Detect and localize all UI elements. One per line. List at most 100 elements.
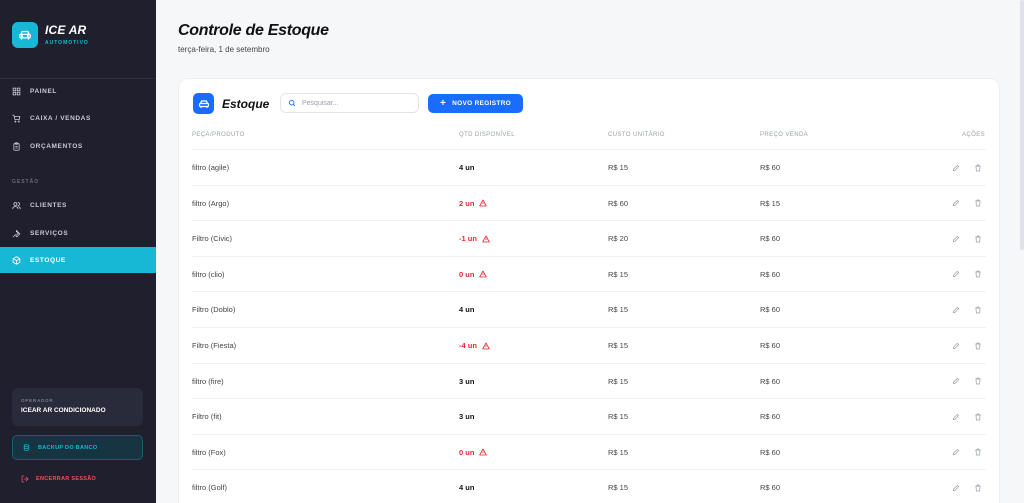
backup-button[interactable]: BACKUP DO BANCO [12, 435, 143, 460]
page-title: Controle de Estoque [178, 22, 329, 39]
table-row: Filtro (Fiesta) -4 un R$ 15 R$ 60 [192, 327, 986, 362]
edit-icon[interactable] [950, 197, 962, 209]
trash-icon[interactable] [972, 268, 984, 280]
search-box[interactable] [280, 93, 419, 113]
edit-icon[interactable] [950, 304, 962, 316]
database-icon [23, 444, 30, 451]
trash-icon[interactable] [972, 446, 984, 458]
row-actions [950, 292, 984, 327]
product-name: filtro (Fox) [192, 447, 226, 457]
sale-price: R$ 60 [760, 163, 781, 172]
quantity: -4 un [459, 328, 490, 363]
quantity: 0 un [459, 435, 488, 470]
trash-icon[interactable] [972, 482, 984, 494]
quantity-value: 2 un [459, 198, 475, 208]
table-row: filtro (Fox) 0 un R$ 15 R$ 60 [192, 433, 986, 470]
trash-icon[interactable] [972, 411, 984, 423]
edit-icon[interactable] [950, 411, 962, 423]
product-name: Filtro (Civic) [192, 234, 232, 244]
cart-icon [12, 114, 21, 122]
edit-icon[interactable] [950, 446, 962, 458]
warning-icon [482, 235, 490, 243]
quantity: 2 un [459, 186, 488, 221]
trash-icon[interactable] [972, 340, 984, 352]
sale-price: R$ 60 [760, 483, 781, 493]
row-actions [950, 150, 984, 185]
plus-icon: + [440, 97, 447, 109]
logout-icon [21, 475, 29, 483]
quantity: 3 un [459, 399, 474, 434]
trash-icon[interactable] [972, 233, 984, 245]
unit-cost: R$ 15 [608, 341, 629, 350]
row-actions [950, 328, 984, 363]
edit-icon[interactable] [950, 340, 962, 352]
product-name: filtro (agile) [192, 163, 230, 172]
edit-icon[interactable] [950, 233, 962, 245]
sidebar-item-orcamentos[interactable]: ORÇAMENTOS [0, 133, 156, 159]
table-row: filtro (agile) 4 un R$ 15 R$ 60 [192, 149, 986, 184]
row-actions [950, 435, 984, 470]
sale-price: R$ 60 [760, 447, 781, 457]
unit-cost: R$ 15 [608, 305, 629, 315]
unit-cost: R$ 15 [608, 483, 629, 493]
edit-icon[interactable] [950, 482, 962, 494]
warning-icon [479, 199, 488, 207]
trash-icon[interactable] [972, 162, 984, 174]
sale-price: R$ 15 [760, 198, 781, 208]
column-header-cost: CUSTO UNITÁRIO [608, 132, 665, 138]
brand[interactable]: ICE AR AUTOMOTIVO [12, 22, 89, 48]
product-name: filtro (Golf) [192, 483, 228, 493]
quantity-value: -4 un [459, 341, 477, 350]
table-row: Filtro (fit) 3 un R$ 15 R$ 60 [192, 398, 986, 433]
box-icon [12, 255, 21, 265]
sale-price: R$ 60 [760, 269, 781, 279]
car-icon [193, 93, 214, 114]
unit-cost: R$ 15 [608, 412, 629, 422]
car-icon [12, 22, 38, 48]
trash-icon[interactable] [972, 304, 984, 316]
row-actions [950, 470, 984, 503]
new-record-button[interactable]: + NOVO REGISTRO [428, 94, 523, 113]
edit-icon[interactable] [950, 375, 962, 387]
sidebar: ICE AR AUTOMOTIVO PAINEL CAIXA / VENDAS … [0, 0, 156, 503]
quantity: -1 un [459, 221, 490, 256]
column-header-price: PREÇO VENDA [760, 132, 809, 138]
operator-label: OPERADOR [21, 398, 54, 403]
unit-cost: R$ 15 [608, 269, 629, 279]
sidebar-item-servicos[interactable]: SERVIÇOS [0, 220, 156, 246]
search-input[interactable] [302, 99, 412, 107]
users-icon [12, 201, 21, 209]
edit-icon[interactable] [950, 268, 962, 280]
sidebar-item-label: PAINEL [30, 87, 57, 95]
table-row: Filtro (Civic) -1 un R$ 20 R$ 60 [192, 220, 986, 255]
clipboard-icon [13, 141, 20, 151]
sidebar-item-label: CLIENTES [30, 201, 67, 209]
warning-icon [482, 342, 490, 349]
sidebar-item-label: ESTOQUE [30, 256, 66, 264]
sidebar-item-clientes[interactable]: CLIENTES [0, 192, 156, 218]
product-name: Filtro (fit) [192, 412, 222, 422]
row-actions [950, 186, 984, 221]
quantity: 3 un [459, 364, 474, 399]
unit-cost: R$ 15 [608, 376, 629, 386]
sidebar-item-estoque[interactable]: ESTOQUE [0, 247, 156, 273]
warning-icon [479, 448, 488, 456]
column-header-qty: QTD DISPONÍVEL [459, 132, 515, 138]
trash-icon[interactable] [972, 197, 984, 209]
logout-button[interactable]: ENCERRAR SESSÃO [21, 475, 96, 483]
sidebar-item-label: ORÇAMENTOS [30, 142, 83, 150]
sidebar-item-caixa-vendas[interactable]: CAIXA / VENDAS [0, 105, 156, 131]
table-row: filtro (Argo) 2 un R$ 60 R$ 15 [192, 184, 986, 221]
dashboard-icon [12, 87, 21, 95]
trash-icon[interactable] [972, 375, 984, 387]
new-record-label: NOVO REGISTRO [452, 100, 511, 107]
sidebar-item-painel[interactable]: PAINEL [0, 78, 156, 104]
edit-icon[interactable] [950, 162, 962, 174]
brand-name: ICE AR [45, 23, 87, 37]
section-label-gestao: GESTÃO [12, 179, 40, 185]
table-row: filtro (Golf) 4 un R$ 15 R$ 60 [192, 469, 986, 503]
inventory-card: Estoque + NOVO REGISTRO PEÇA/PRODUTO QTD… [178, 78, 1000, 503]
backup-label: BACKUP DO BANCO [38, 444, 98, 451]
scrollbar[interactable] [1020, 0, 1024, 250]
sale-price: R$ 60 [760, 376, 781, 386]
